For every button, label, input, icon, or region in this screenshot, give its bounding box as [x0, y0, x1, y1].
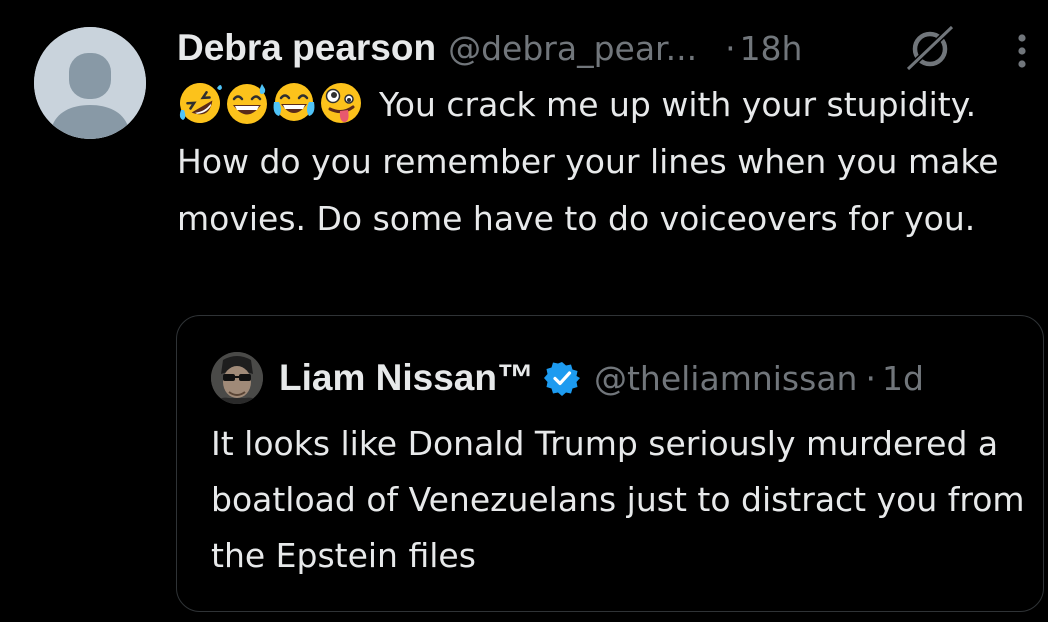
tweet-body: You crack me up with your stupidity. How… [177, 76, 1037, 247]
grok-icon[interactable] [903, 22, 955, 74]
tweet-header: Debra pearson @debra_pear... · 18h [177, 22, 802, 74]
zany-face-emoji-icon [321, 82, 361, 123]
tweet-timestamp[interactable]: 18h [740, 29, 803, 68]
quoted-header-separator: · [865, 358, 876, 398]
more-options-icon[interactable] [1010, 32, 1034, 72]
grinning-sweat-emoji-icon [227, 83, 267, 124]
quoted-tweet-timestamp[interactable]: 1d [882, 359, 924, 398]
quoted-author-display-name[interactable]: Liam Nissan™ [279, 357, 534, 399]
tears-of-joy-emoji-icon [273, 82, 315, 121]
emoji-group [177, 80, 365, 126]
author-handle[interactable]: @debra_pear... [448, 29, 697, 68]
quoted-author-handle[interactable]: @theliamnissan [594, 359, 857, 398]
default-avatar-icon [34, 27, 146, 139]
quoted-tweet-header: Liam Nissan™ @theliamnissan · 1d [279, 350, 924, 406]
tweet[interactable]: Debra pearson @debra_pear... · 18h You c… [0, 0, 1048, 622]
author-avatar[interactable] [34, 27, 146, 139]
quoted-tweet-card[interactable]: Liam Nissan™ @theliamnissan · 1d It look… [176, 315, 1044, 612]
author-display-name[interactable]: Debra pearson [177, 27, 436, 69]
quoted-avatar-image [211, 352, 263, 404]
header-separator: · [725, 28, 736, 68]
quoted-tweet-text: It looks like Donald Trump seriously mur… [211, 424, 1025, 575]
verified-badge-icon[interactable] [543, 360, 580, 396]
quoted-author-avatar[interactable] [211, 352, 263, 404]
rolling-laughing-emoji-icon [179, 82, 222, 123]
